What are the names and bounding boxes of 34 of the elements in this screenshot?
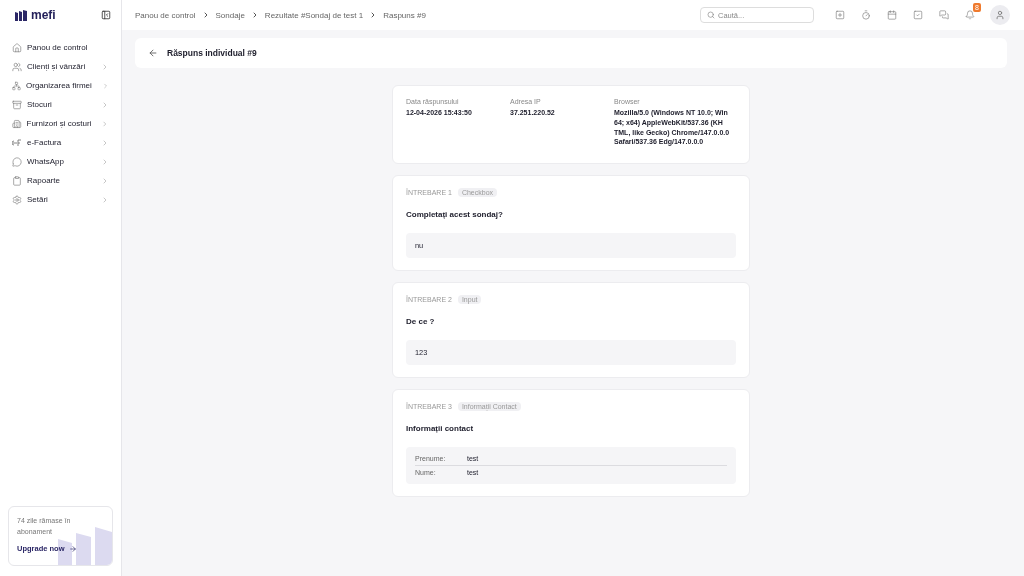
question-title: Informații contact xyxy=(406,424,475,434)
collapse-sidebar-icon[interactable] xyxy=(101,10,111,20)
sidebar-item[interactable]: Clienți și vânzări xyxy=(8,57,113,76)
building-icon xyxy=(12,118,22,129)
breadcrumb-link[interactable]: Sondaje xyxy=(215,10,245,20)
sidebar-item[interactable]: Furnizori și costuri xyxy=(8,114,113,133)
sidebar-item[interactable]: Setări xyxy=(8,190,113,209)
search-icon xyxy=(707,11,715,19)
clipboard-icon xyxy=(12,175,22,186)
back-icon[interactable] xyxy=(148,48,158,58)
home-icon xyxy=(12,42,22,53)
arrow-right-icon xyxy=(68,544,77,553)
chat-bubble-icon xyxy=(12,156,22,167)
invoice-icon xyxy=(12,138,22,147)
users-icon xyxy=(12,61,22,72)
avatar[interactable] xyxy=(990,5,1010,25)
settings-icon xyxy=(12,194,22,205)
question-title: De ce ? xyxy=(406,317,436,327)
sidebar-item[interactable]: Stocuri xyxy=(8,95,113,114)
messages-icon[interactable] xyxy=(936,7,952,23)
question-title: Completați acest sondaj? xyxy=(406,210,504,220)
sidebar-item[interactable]: Rapoarte xyxy=(8,171,113,190)
archive-icon xyxy=(12,99,22,110)
logo-text: mefi xyxy=(31,8,56,22)
sidebar-item[interactable]: WhatsApp xyxy=(8,152,113,171)
sidebar-item[interactable]: e-Factura xyxy=(8,133,113,152)
breadcrumb-link[interactable]: Raspuns #9 xyxy=(383,10,426,20)
sidebar-item[interactable]: Panou de control xyxy=(8,38,113,57)
breadcrumb-link[interactable]: Panou de control xyxy=(135,10,196,20)
sidebar-item[interactable]: Organizarea firmei xyxy=(8,76,113,95)
logo-icon xyxy=(14,9,28,21)
breadcrumb-link[interactable]: Rezultate #Sondaj de test 1 xyxy=(264,10,364,20)
page-title: Răspuns individual #9 xyxy=(167,48,257,58)
org-chart-icon xyxy=(12,80,21,91)
